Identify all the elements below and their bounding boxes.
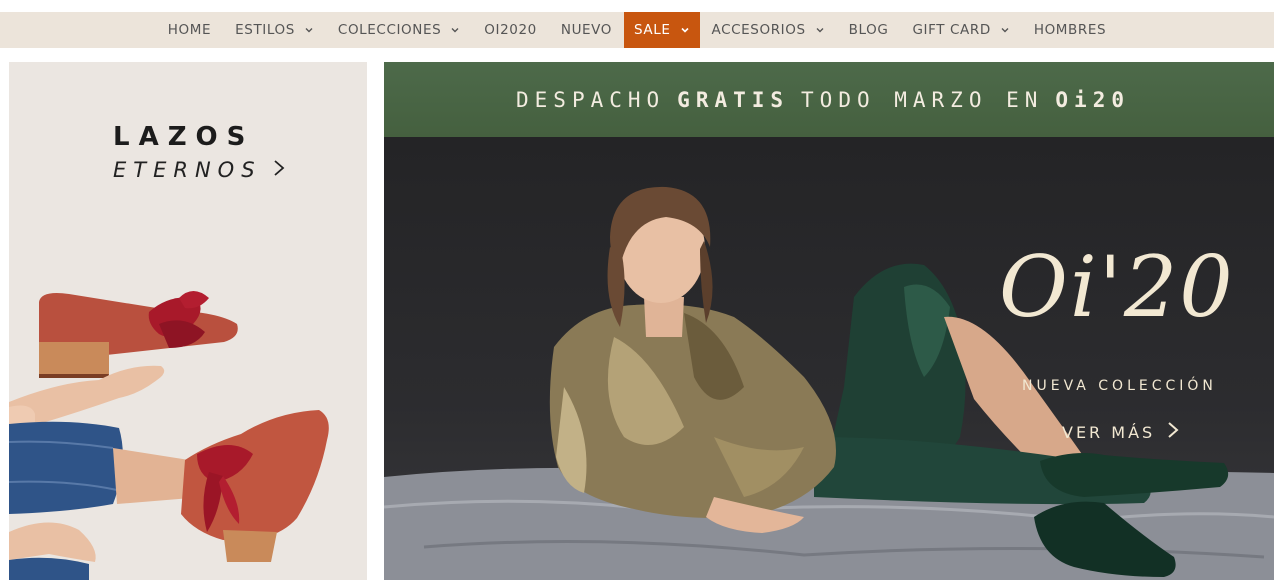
nav-label: ACCESORIOS [711, 22, 806, 38]
chevron-right-icon [1167, 421, 1179, 443]
lazos-eternos-banner[interactable]: LAZOS ETERNOS [9, 62, 367, 580]
chevron-down-icon [680, 25, 690, 35]
ver-mas-label: VER MÁS [1062, 422, 1156, 442]
nav-label: HOMBRES [1033, 22, 1107, 38]
shoes-photo [9, 291, 329, 580]
nav-label: HOME [167, 22, 212, 38]
promo-text-bold-1: GRATIS [677, 87, 790, 112]
nav-item-gift-card[interactable]: GIFT CARD [900, 12, 1021, 48]
promo-text-1: DESPACHO [516, 87, 666, 112]
nav-item-colecciones[interactable]: COLECCIONES [326, 12, 472, 48]
ver-mas-link[interactable]: VER MÁS [1062, 421, 1179, 443]
nav-label: COLECCIONES [337, 22, 442, 38]
nav-item-hombres[interactable]: HOMBRES [1022, 12, 1118, 48]
collection-logo: Oi'20 [999, 238, 1235, 336]
nav-item-home[interactable]: HOME [156, 12, 223, 48]
nav-item-sale[interactable]: SALE [624, 12, 700, 48]
free-shipping-promo: DESPACHO GRATIS TODO MARZO EN Oi20 [384, 62, 1274, 137]
nav-item-blog[interactable]: BLOG [837, 12, 901, 48]
chevron-down-icon [1000, 25, 1010, 35]
nav-item-accesorios[interactable]: ACCESORIOS [700, 12, 837, 48]
nav-label: GIFT CARD [912, 22, 991, 38]
nav-label: OI2020 [484, 22, 537, 38]
chevron-down-icon [815, 25, 825, 35]
promo-text-bold-2: Oi20 [1055, 87, 1130, 112]
promo-text-2: TODO MARZO EN [801, 87, 1044, 112]
oi20-hero-banner[interactable]: DESPACHO GRATIS TODO MARZO EN Oi20 Oi'20… [384, 62, 1274, 580]
nav-item-estilos[interactable]: ESTILOS [223, 12, 326, 48]
nav-item-nuevo[interactable]: NUEVO [549, 12, 624, 48]
nav-label: BLOG [848, 22, 889, 38]
nav-label: ESTILOS [235, 22, 295, 38]
chevron-down-icon [304, 25, 314, 35]
hero-image: Oi'20 NUEVA COLECCIÓN VER MÁS [384, 137, 1274, 580]
model-photo [384, 186, 1274, 580]
collection-subtitle: NUEVA COLECCIÓN [1022, 378, 1217, 394]
nav-item-oi2020[interactable]: OI2020 [472, 12, 549, 48]
main-nav: HOME ESTILOS COLECCIONES OI2020 NUEVO SA… [0, 12, 1274, 48]
nav-label: NUEVO [560, 22, 613, 38]
nav-label: SALE [634, 22, 671, 38]
chevron-down-icon [450, 25, 460, 35]
